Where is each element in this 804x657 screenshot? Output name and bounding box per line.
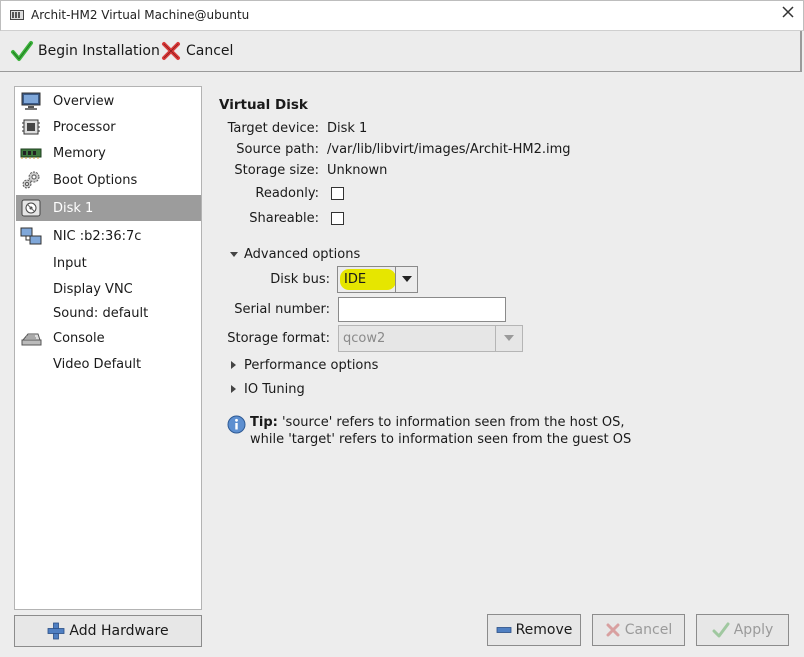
disk-bus-select[interactable]: IDE [337, 266, 418, 293]
sidebar-item-overview[interactable]: Overview [16, 88, 201, 114]
io-tuning-label[interactable]: IO Tuning [244, 382, 305, 397]
console-icon [20, 328, 42, 348]
sidebar-item-label: Input [53, 255, 87, 271]
disk-icon [20, 198, 42, 218]
sidebar-item-label: Memory [53, 145, 106, 161]
sidebar-item-label: Display VNC [53, 281, 133, 297]
begin-installation-button[interactable]: Begin Installation [10, 39, 160, 63]
checkmark-icon [712, 622, 730, 638]
add-hardware-label: Add Hardware [69, 623, 169, 639]
performance-options-expander[interactable] [229, 360, 239, 370]
info-icon [227, 415, 246, 434]
sidebar-item-label: Sound: default [53, 305, 149, 321]
advanced-options-expander[interactable] [229, 250, 239, 260]
window-title: Archit-HM2 Virtual Machine@ubuntu [31, 8, 250, 22]
plus-icon [48, 622, 65, 640]
tip-text-1: 'source' refers to information seen from… [281, 415, 625, 430]
memory-icon [20, 143, 42, 163]
checkmark-icon [11, 41, 33, 61]
chevron-right-icon [231, 385, 236, 393]
sidebar-item-label: Video Default [53, 356, 142, 372]
sidebar-item-boot-options[interactable]: Boot Options [16, 167, 201, 193]
chevron-down-icon [230, 252, 238, 257]
sidebar-item-sound[interactable]: Sound: default [16, 300, 201, 326]
network-icon [20, 226, 42, 246]
storage-size-value: Unknown [327, 163, 388, 178]
storage-size-label: Storage size: [234, 163, 319, 178]
target-device-value: Disk 1 [327, 121, 368, 136]
cancel-x-icon [162, 42, 180, 60]
performance-options-label[interactable]: Performance options [244, 358, 378, 373]
tip-bold: Tip: [250, 415, 278, 430]
close-window-button[interactable] [779, 5, 797, 23]
storage-format-value: qcow2 [343, 331, 386, 346]
begin-installation-label: Begin Installation [38, 43, 160, 59]
storage-format-select[interactable]: qcow2 [338, 325, 523, 352]
chevron-down-icon [395, 267, 417, 292]
sidebar-item-memory[interactable]: Memory [16, 140, 201, 166]
sidebar-item-label: Overview [53, 93, 115, 109]
minus-icon [496, 627, 511, 633]
cancel-installation-label: Cancel [186, 43, 234, 59]
disk-bus-label: Disk bus: [270, 272, 330, 287]
sidebar-item-label: Disk 1 [53, 200, 94, 216]
cancel-label: Cancel [624, 622, 673, 638]
close-icon [782, 6, 794, 18]
sidebar-item-processor[interactable]: Processor [16, 114, 201, 140]
add-hardware-button[interactable]: Add Hardware [14, 615, 202, 647]
sidebar-item-input[interactable]: Input [16, 250, 201, 276]
io-tuning-expander[interactable] [229, 384, 239, 394]
section-title: Virtual Disk [219, 97, 308, 113]
tip-line-2: while 'target' refers to information see… [250, 432, 632, 447]
sidebar-item-nic[interactable]: NIC :b2:36:7c [16, 223, 201, 249]
source-path-value: /var/lib/libvirt/images/Archit-HM2.img [327, 142, 571, 157]
advanced-options-label[interactable]: Advanced options [244, 247, 360, 262]
storage-format-label: Storage format: [227, 331, 330, 346]
chevron-down-icon [495, 326, 522, 351]
shareable-label: Shareable: [249, 211, 319, 226]
sidebar-item-console[interactable]: Console [16, 325, 201, 351]
cpu-icon [20, 117, 42, 137]
cancel-x-icon [606, 623, 620, 637]
gears-icon [20, 170, 42, 190]
readonly-label: Readonly: [255, 186, 319, 201]
cancel-button[interactable]: Cancel [592, 614, 685, 646]
app-icon [10, 9, 24, 20]
sidebar-item-label: NIC :b2:36:7c [53, 228, 142, 244]
apply-button[interactable]: Apply [696, 614, 789, 646]
tip-line-1: Tip: 'source' refers to information seen… [250, 415, 624, 430]
sidebar-item-label: Console [53, 330, 105, 346]
remove-button[interactable]: Remove [487, 614, 581, 646]
chevron-right-icon [231, 361, 236, 369]
monitor-icon [20, 91, 42, 111]
serial-number-label: Serial number: [234, 302, 330, 317]
sidebar-item-label: Processor [53, 119, 116, 135]
shareable-checkbox[interactable] [331, 212, 344, 225]
cancel-installation-button[interactable]: Cancel [160, 39, 233, 63]
hardware-list: Overview Processor Memory Boot Options D… [14, 86, 202, 610]
sidebar-item-display-vnc[interactable]: Display VNC [16, 276, 201, 302]
apply-label: Apply [733, 622, 774, 638]
remove-label: Remove [515, 622, 573, 638]
source-path-label: Source path: [236, 142, 319, 157]
sidebar-item-label: Boot Options [53, 172, 138, 188]
readonly-checkbox[interactable] [331, 187, 344, 200]
target-device-label: Target device: [227, 121, 319, 136]
disk-bus-value: IDE [344, 272, 367, 287]
serial-number-input[interactable] [338, 297, 506, 322]
sidebar-item-video[interactable]: Video Default [16, 351, 201, 377]
sidebar-item-disk-1[interactable]: Disk 1 [16, 195, 201, 221]
